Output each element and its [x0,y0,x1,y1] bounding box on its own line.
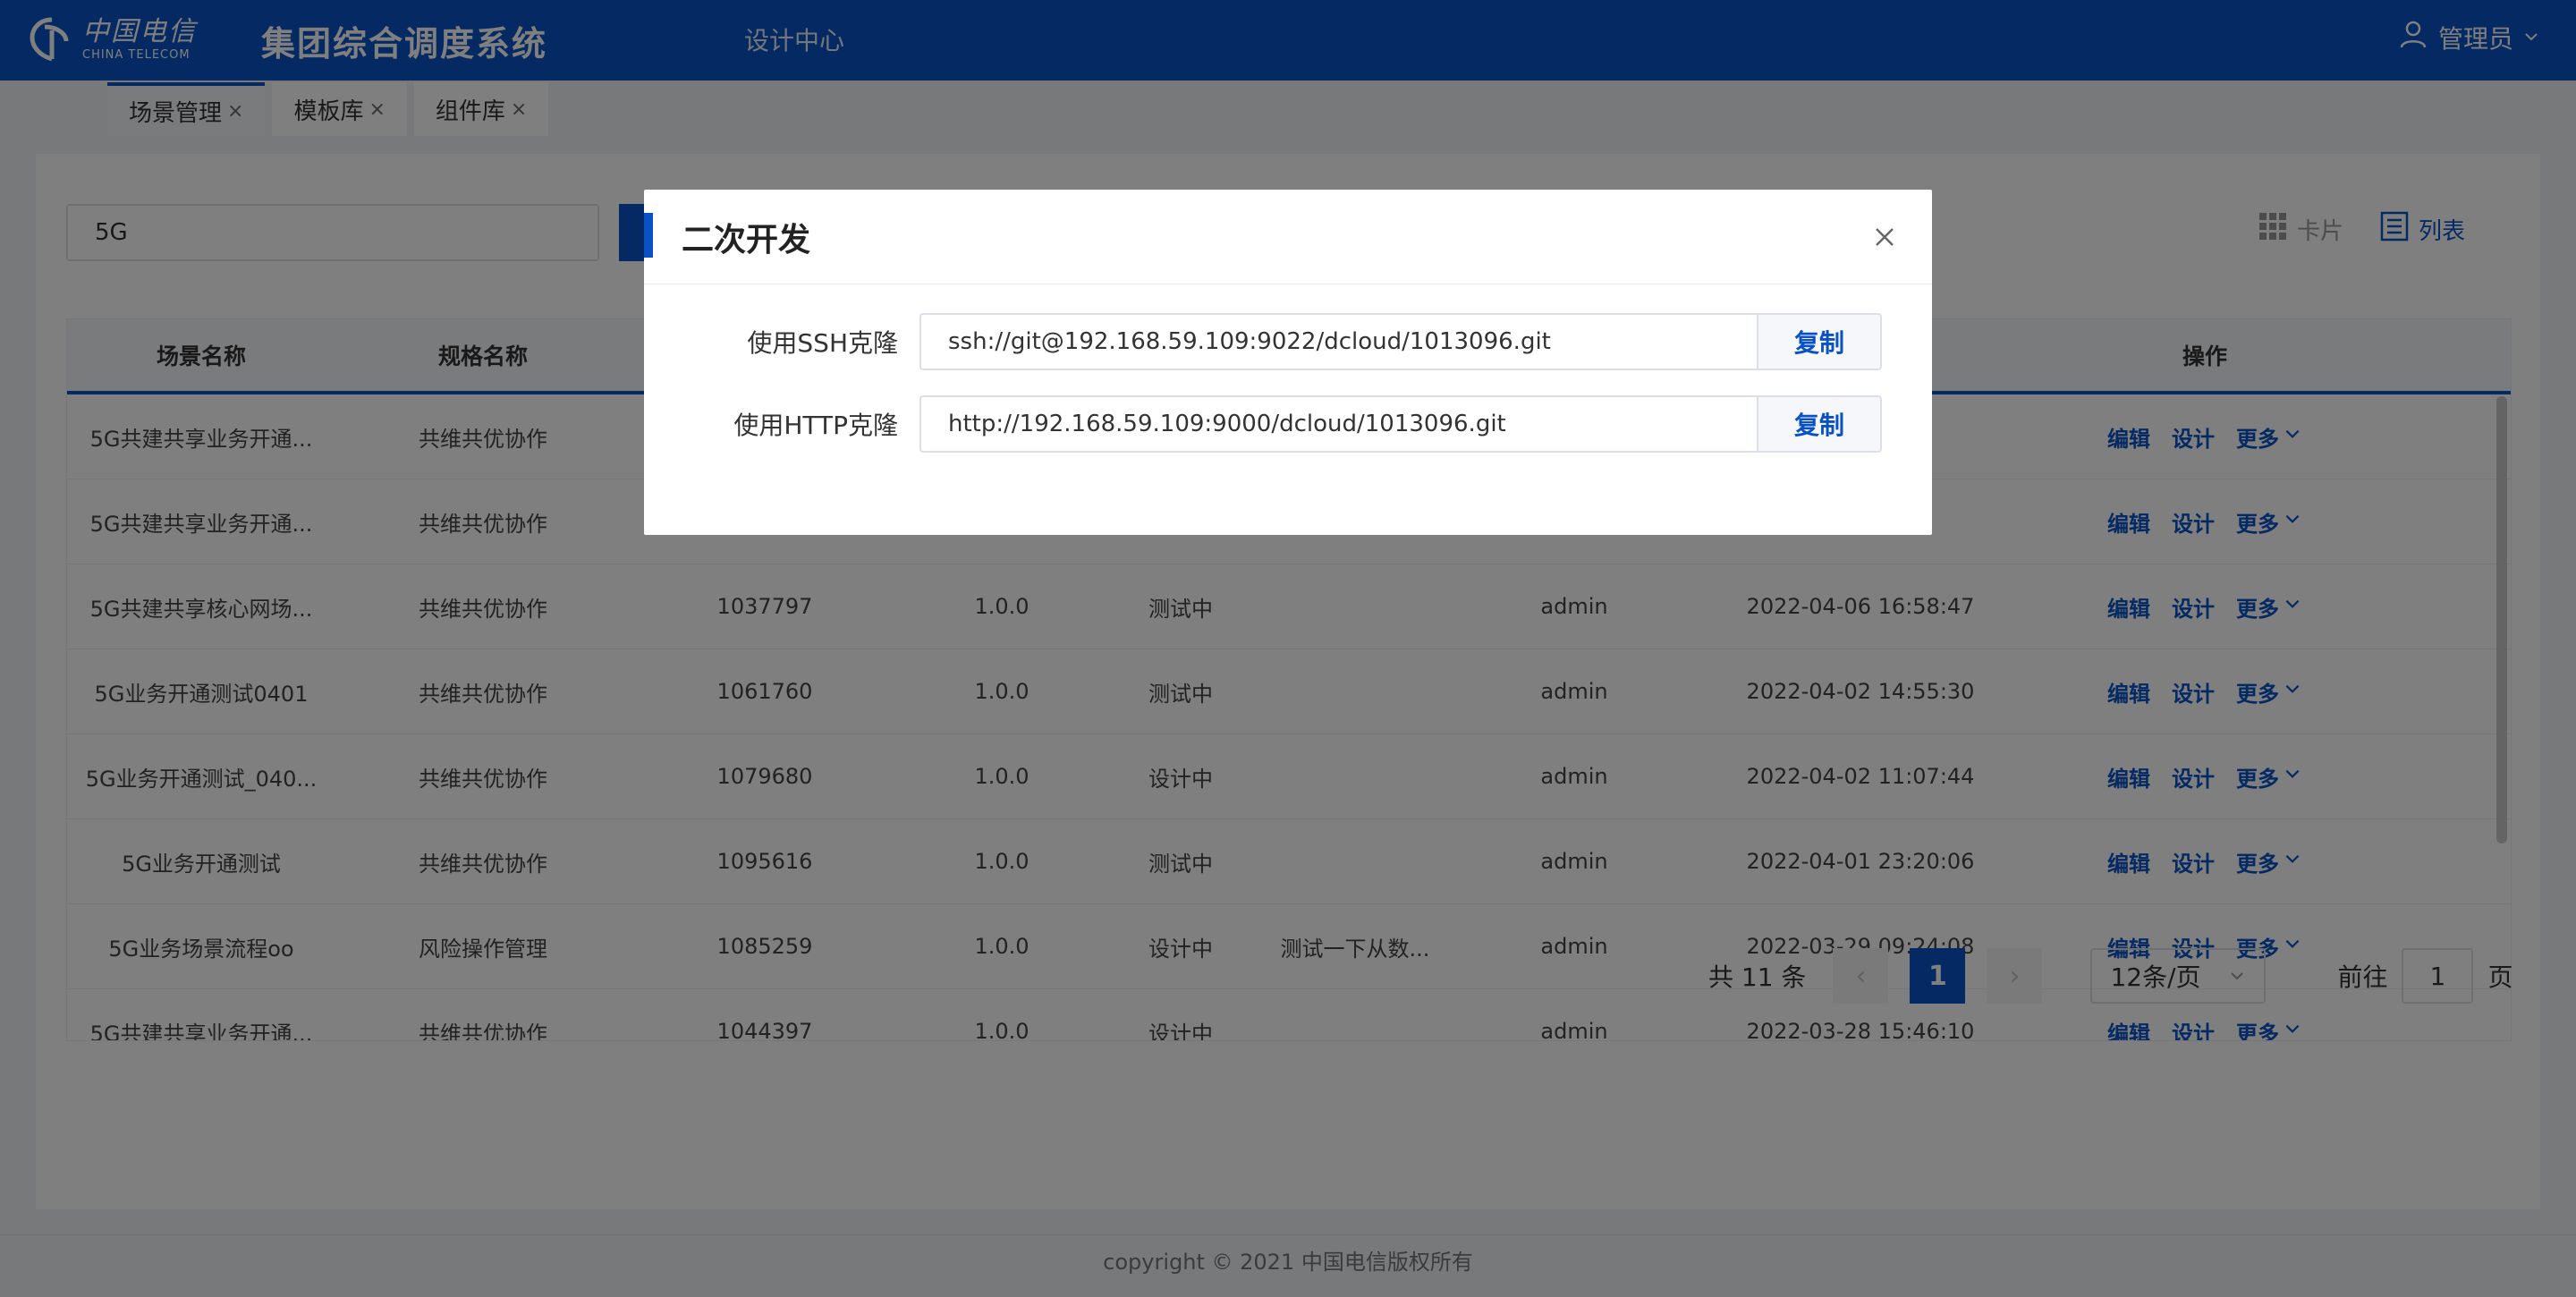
title-accent-bar [644,213,653,258]
ssh-clone-row: 使用SSH克隆 ssh://git@192.168.59.109:9022/dc… [644,313,1932,370]
dialog-title: 二次开发 [682,221,811,259]
http-clone-row: 使用HTTP克隆 http://192.168.59.109:9000/dclo… [644,395,1932,453]
ssh-url-field[interactable]: ssh://git@192.168.59.109:9022/dcloud/101… [919,313,1757,370]
ssh-clone-label: 使用SSH克隆 [747,328,898,358]
close-icon[interactable] [1871,224,1898,250]
http-clone-label: 使用HTTP克隆 [733,411,898,440]
copy-ssh-button[interactable]: 复制 [1757,313,1882,370]
copy-http-button[interactable]: 复制 [1757,395,1882,453]
dialog-header: 二次开发 [644,190,1932,284]
secondary-dev-dialog: 二次开发 使用SSH克隆 ssh://git@192.168.59.109:90… [644,190,1932,535]
http-url-field[interactable]: http://192.168.59.109:9000/dcloud/101309… [919,395,1757,453]
